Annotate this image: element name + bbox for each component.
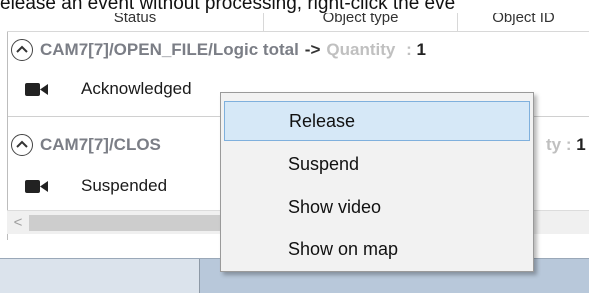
event-group-open-file[interactable]: CAM7[7]/OPEN_FILE/Logic total -> Quantity … bbox=[8, 32, 589, 68]
group-arrow: -> bbox=[304, 40, 321, 59]
group-title-label: CAM7[7]/OPEN_FILE/Logic total -> Quantity … bbox=[40, 32, 426, 68]
group-title-text: CAM7[7]/CLOS bbox=[40, 135, 161, 154]
column-header-object-type[interactable]: Object type bbox=[264, 13, 458, 32]
column-header-status[interactable]: Status bbox=[7, 13, 264, 32]
quantity-label: ty : 1 bbox=[546, 127, 586, 163]
camera-icon bbox=[25, 180, 48, 193]
group-title-text: CAM7[7]/OPEN_FILE/Logic total bbox=[40, 40, 299, 59]
camera-icon bbox=[25, 83, 48, 96]
bottom-tab[interactable] bbox=[0, 259, 200, 293]
quantity-separator: : bbox=[561, 135, 577, 154]
scroll-left-arrow-icon[interactable]: < bbox=[7, 211, 29, 235]
quantity-label: Quantity bbox=[326, 40, 396, 59]
menu-item-release[interactable]: Release bbox=[224, 101, 530, 141]
context-menu: Release Suspend Show video Show on map bbox=[220, 92, 534, 272]
quantity-value: 1 bbox=[576, 135, 586, 154]
table-header: Status Object type Object ID bbox=[7, 13, 589, 32]
collapse-icon[interactable] bbox=[11, 39, 33, 61]
collapse-icon[interactable] bbox=[11, 134, 33, 156]
event-status-label: Acknowledged bbox=[81, 79, 192, 98]
quantity-separator: : bbox=[401, 40, 417, 59]
menu-item-show-on-map[interactable]: Show on map bbox=[224, 229, 530, 269]
quantity-value: 1 bbox=[416, 40, 426, 59]
scroll-thumb[interactable] bbox=[29, 215, 239, 231]
column-header-object-id[interactable]: Object ID bbox=[458, 13, 589, 32]
quantity-label-text: ty bbox=[546, 135, 562, 154]
event-status-label: Suspended bbox=[81, 176, 168, 195]
menu-item-show-video[interactable]: Show video bbox=[224, 187, 530, 227]
menu-item-suspend[interactable]: Suspend bbox=[224, 144, 530, 184]
